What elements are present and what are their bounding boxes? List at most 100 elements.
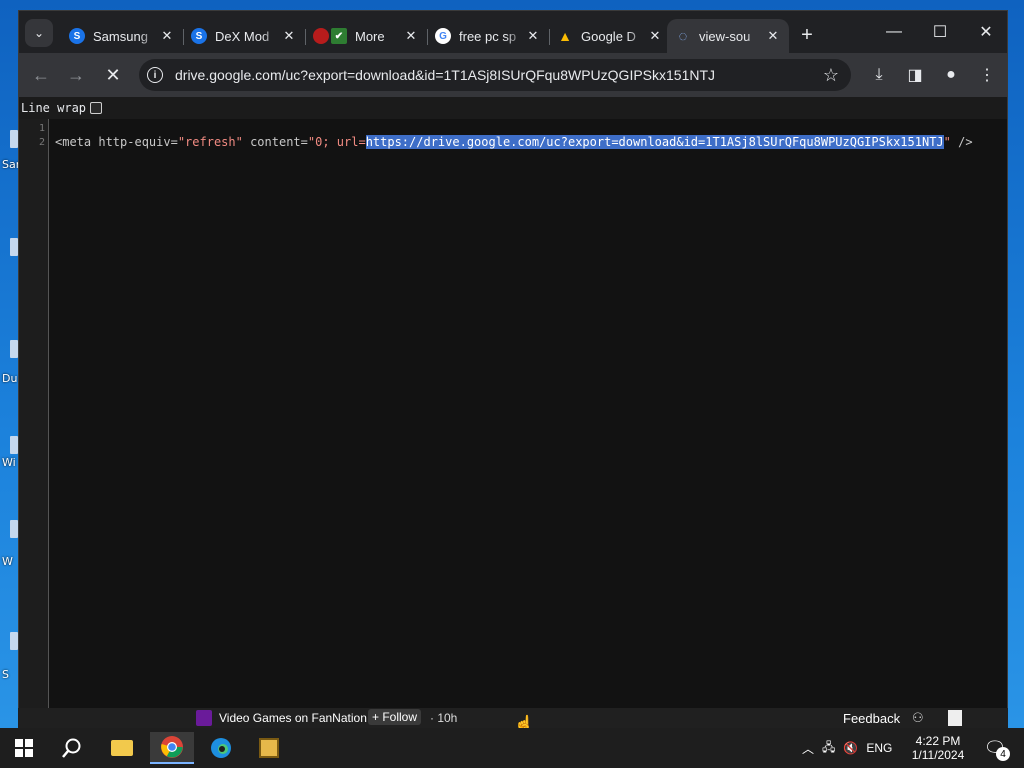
minimize-button[interactable]: — xyxy=(871,11,917,53)
maximize-button[interactable]: ☐ xyxy=(917,11,963,53)
arrow-right-icon: → xyxy=(67,64,85,85)
tab-free-pc[interactable]: G free pc sp ✕ xyxy=(427,19,549,53)
desktop-icon-label[interactable]: Wi xyxy=(2,456,16,469)
volume-muted-icon[interactable]: 🔇 xyxy=(843,741,858,755)
chrome-window: ⌄ S Samsung ✕ S DeX Mod ✕ ✔ More ✕ G fre… xyxy=(18,10,1008,729)
archive-icon xyxy=(259,738,279,758)
side-panel-button[interactable]: ◨ xyxy=(903,63,927,87)
person-icon: ● xyxy=(946,66,956,83)
skype-favicon-icon: S xyxy=(69,28,85,44)
close-icon: ✕ xyxy=(979,24,993,41)
star-icon[interactable]: ☆ xyxy=(823,65,839,86)
line-number: 2 xyxy=(38,137,45,148)
people-icon[interactable]: ⚇ xyxy=(912,710,924,726)
chevron-up-icon[interactable]: ︿ xyxy=(802,740,814,757)
code-attr-value: "0; url= xyxy=(307,135,366,149)
notification-center-button[interactable]: 🗨 4 xyxy=(980,728,1010,768)
code-tag-open: <meta http-equiv= xyxy=(55,135,178,149)
tab-more[interactable]: ✔ More ✕ xyxy=(305,19,427,53)
tab-dex-mod[interactable]: S DeX Mod ✕ xyxy=(183,19,305,53)
desktop-app-icon[interactable] xyxy=(10,238,18,256)
language-indicator[interactable]: ENG xyxy=(866,741,892,755)
new-tab-button[interactable]: + xyxy=(793,21,821,49)
close-window-button[interactable]: ✕ xyxy=(963,11,1009,53)
taskbar: ︿ 🖧 🔇 ENG 4:22 PM 1/11/2024 🗨 4 xyxy=(0,728,1024,768)
close-icon[interactable]: ✕ xyxy=(159,28,175,44)
tab-google-drive[interactable]: ▲ Google D ✕ xyxy=(549,19,671,53)
kebab-menu-icon: ⋮ xyxy=(979,67,995,84)
desktop-app-icon[interactable] xyxy=(10,436,18,454)
close-icon[interactable]: ✕ xyxy=(765,28,781,44)
search-icon xyxy=(62,738,81,758)
side-panel-icon: ◨ xyxy=(907,67,923,84)
start-button[interactable] xyxy=(2,732,46,764)
close-icon[interactable]: ✕ xyxy=(525,28,541,44)
thumbnail-icon xyxy=(948,710,962,726)
line-number: 1 xyxy=(38,123,45,134)
drive-favicon-icon: ▲ xyxy=(558,28,572,44)
profile-button[interactable]: ● xyxy=(939,63,963,87)
close-icon[interactable]: ✕ xyxy=(281,28,297,44)
address-bar[interactable]: i drive.google.com/uc?export=download&id… xyxy=(139,59,851,91)
windows-icon xyxy=(15,739,33,757)
news-age: · 10h xyxy=(430,711,458,725)
close-icon[interactable]: ✕ xyxy=(647,28,663,44)
extension-favicon-icon xyxy=(313,28,329,44)
desktop-icon-label[interactable]: S xyxy=(2,668,9,681)
line-wrap-bar: Line wrap xyxy=(19,97,1007,119)
chrome-taskbar-button[interactable] xyxy=(150,732,194,764)
line-number-gutter: 1 2 xyxy=(19,119,49,729)
view-source-page: Line wrap 1 2 <meta http-equiv="refresh"… xyxy=(19,97,1007,729)
file-explorer-button[interactable] xyxy=(100,732,144,764)
desktop-app-icon[interactable] xyxy=(10,130,18,148)
clock-date: 1/11/2024 xyxy=(911,748,965,762)
clock-time: 4:22 PM xyxy=(915,734,961,748)
chevron-down-icon: ⌄ xyxy=(33,26,45,40)
stop-loading-button[interactable]: ✕ xyxy=(99,61,127,89)
close-icon[interactable]: ✕ xyxy=(403,28,419,44)
code-attr-name: content= xyxy=(242,135,308,149)
tab-label: Google D xyxy=(581,28,636,44)
menu-button[interactable]: ⋮ xyxy=(975,63,999,87)
chrome-icon xyxy=(161,736,183,758)
url-text[interactable]: drive.google.com/uc?export=download&id=1… xyxy=(175,67,715,83)
news-source[interactable]: Video Games on FanNation xyxy=(219,711,367,725)
follow-button[interactable]: + Follow xyxy=(368,709,422,725)
news-widget-strip: Video Games on FanNation + Follow · 10h … xyxy=(18,708,1008,733)
code-quote: " xyxy=(943,135,951,149)
selected-link[interactable]: https://drive.google.com/uc?export=downl… xyxy=(365,135,944,149)
clock[interactable]: 4:22 PM 1/11/2024 xyxy=(908,728,968,768)
tab-label: view-sou xyxy=(699,28,751,44)
tab-strip: ⌄ S Samsung ✕ S DeX Mod ✕ ✔ More ✕ G fre… xyxy=(19,11,1007,53)
arrow-left-icon: ← xyxy=(32,64,50,85)
tab-view-source[interactable]: ◌ view-sou ✕ xyxy=(667,19,789,53)
skype-favicon-icon: S xyxy=(191,28,207,44)
minimize-icon: — xyxy=(886,23,902,40)
forward-button[interactable]: → xyxy=(62,61,90,89)
plus-icon: + xyxy=(801,23,813,46)
tab-samsung[interactable]: S Samsung ✕ xyxy=(61,19,183,53)
back-button[interactable]: ← xyxy=(27,61,55,89)
edge-taskbar-button[interactable] xyxy=(199,732,243,764)
desktop-app-icon[interactable] xyxy=(10,340,18,358)
browser-toolbar: ← → ✕ i drive.google.com/uc?export=downl… xyxy=(19,53,1007,97)
close-icon: ✕ xyxy=(105,64,121,85)
search-button[interactable] xyxy=(50,732,94,764)
desktop-app-icon[interactable] xyxy=(10,520,18,538)
download-button[interactable]: ⤓ xyxy=(867,63,891,87)
notification-count: 4 xyxy=(996,747,1010,761)
code-attr-value: "refresh" xyxy=(177,135,243,149)
feedback-link[interactable]: Feedback xyxy=(843,711,900,726)
line-wrap-checkbox[interactable] xyxy=(90,102,103,114)
desktop-icon-label[interactable]: W xyxy=(2,555,13,568)
edge-icon xyxy=(211,738,231,758)
network-icon[interactable]: 🖧 xyxy=(822,738,835,759)
tab-search-button[interactable]: ⌄ xyxy=(25,19,53,47)
maximize-icon: ☐ xyxy=(932,24,948,41)
archive-taskbar-button[interactable] xyxy=(247,732,291,764)
desktop-app-icon[interactable] xyxy=(10,632,18,650)
source-line: <meta http-equiv="refresh" content="0; u… xyxy=(55,135,973,149)
desktop-icon-label[interactable]: Du xyxy=(2,372,17,385)
loading-spinner-icon: ◌ xyxy=(678,27,688,45)
site-info-icon[interactable]: i xyxy=(147,67,163,83)
